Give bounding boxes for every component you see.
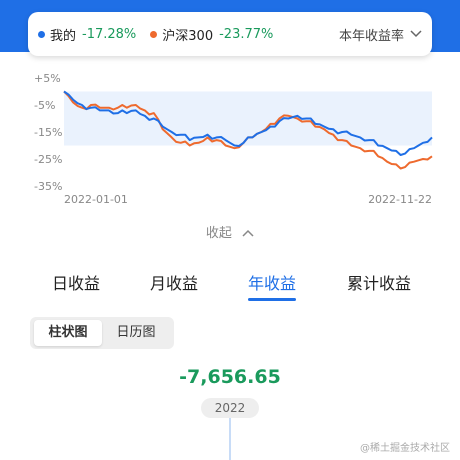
watermark: @稀土掘金技术社区 bbox=[360, 443, 450, 454]
tab-cumulative[interactable]: 累计收益 bbox=[342, 270, 416, 294]
chevron-up-icon bbox=[242, 229, 254, 237]
metric-selector-label: 本年收益率 bbox=[338, 28, 404, 44]
legend-item-mine: 我的 -17.28% bbox=[38, 25, 136, 44]
legend-dot-icon bbox=[150, 30, 158, 38]
calendar-view-button[interactable]: 日历图 bbox=[102, 320, 170, 346]
yearly-return-amount: -7,656.65 bbox=[179, 366, 281, 388]
return-line-chart: +5% -5% -15% -25% -35%2022-01-01 2022-11-22 bbox=[34, 72, 433, 206]
tab-bar: 日收益 月收益 年收益 累计收益 bbox=[0, 270, 460, 306]
legend-name: 我的 bbox=[50, 28, 77, 44]
chevron-down-icon bbox=[410, 30, 422, 38]
y-tick-label: +5% bbox=[34, 72, 61, 85]
x-tick-label: 2022-11-22 bbox=[368, 193, 432, 206]
legend-bar: 我的 -17.28% 沪深300 -23.77% 本年收益率 bbox=[28, 12, 432, 56]
y-tick-label: -35% bbox=[34, 180, 62, 193]
legend-name: 沪深300 bbox=[162, 28, 214, 44]
y-tick-label: -25% bbox=[34, 153, 62, 166]
tab-monthly[interactable]: 月收益 bbox=[146, 270, 202, 294]
legend-item-hs300: 沪深300 -23.77% bbox=[150, 25, 273, 44]
x-tick-label: 2022-01-01 bbox=[64, 193, 128, 206]
collapse-label: 收起 bbox=[205, 226, 232, 241]
active-tab-underline bbox=[248, 298, 296, 301]
bar-view-button[interactable]: 柱状图 bbox=[34, 320, 102, 346]
legend-value: -23.77% bbox=[219, 26, 274, 42]
view-toggle: 柱状图 日历图 bbox=[30, 317, 174, 349]
bar-stem bbox=[229, 418, 231, 460]
y-tick-label: -15% bbox=[34, 126, 62, 139]
metric-selector[interactable]: 本年收益率 bbox=[339, 25, 422, 44]
year-label: 2022 bbox=[201, 398, 259, 418]
tab-yearly[interactable]: 年收益 bbox=[244, 270, 300, 294]
y-tick-label: -5% bbox=[34, 99, 55, 112]
legend-value: -17.28% bbox=[82, 26, 137, 42]
legend-dot-icon bbox=[38, 30, 45, 38]
tab-daily[interactable]: 日收益 bbox=[48, 270, 104, 294]
collapse-button[interactable]: 收起 bbox=[0, 222, 460, 241]
